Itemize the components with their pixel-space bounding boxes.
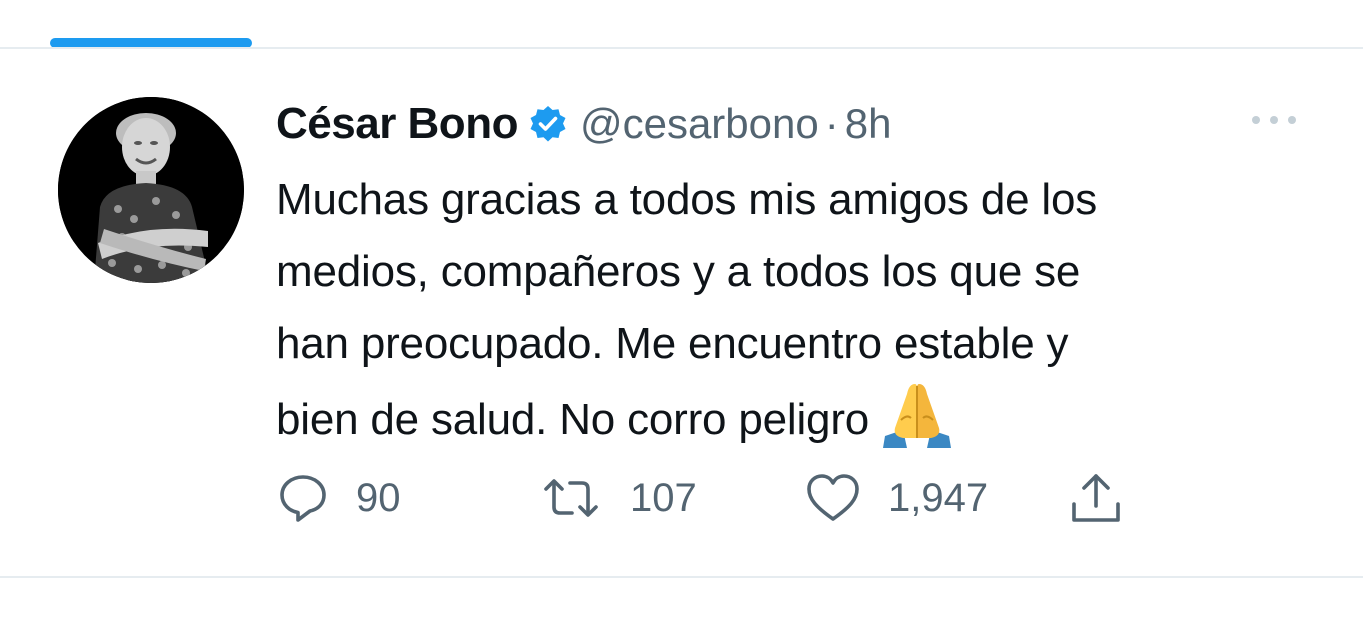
share-button[interactable] [1066,468,1126,528]
retweet-button[interactable]: 107 [538,468,697,528]
retweet-count: 107 [630,475,697,520]
top-divider [0,47,1363,49]
reply-icon [276,471,330,525]
display-name[interactable]: César Bono [276,99,518,149]
avatar-photo [58,97,244,283]
reply-button[interactable]: 90 [276,468,401,528]
verified-badge-icon [528,104,568,144]
tweet-text-line: medios, compañeros y a todos los que se [276,247,1081,296]
reply-count: 90 [356,475,401,520]
share-icon [1066,468,1126,528]
folded-hands-emoji [879,380,955,450]
header-separator: · [824,100,839,147]
tweet-text-line: han preocupado. Me encuentro estable y [276,319,1069,368]
tweet-text-line: bien de salud. No corro peligro [276,395,870,444]
tweet-text-line: Muchas gracias a todos mis amigos de los [276,175,1098,224]
heart-icon [804,471,862,525]
avatar[interactable] [58,97,244,283]
tweet-timestamp[interactable]: 8h [845,100,892,148]
like-button[interactable]: 1,947 [804,468,988,528]
retweet-icon [538,471,604,525]
like-count: 1,947 [888,475,989,520]
more-options-icon[interactable] [1246,108,1302,132]
bottom-divider [0,576,1363,578]
user-handle[interactable]: @cesarbono [580,100,819,148]
tweet-text-line-last: bien de salud. No corro peligro [276,380,1336,456]
tweet-header: César Bono @cesarbono · 8h [276,98,891,150]
tweet-text: Muchas gracias a todos mis amigos de los… [276,164,1336,456]
